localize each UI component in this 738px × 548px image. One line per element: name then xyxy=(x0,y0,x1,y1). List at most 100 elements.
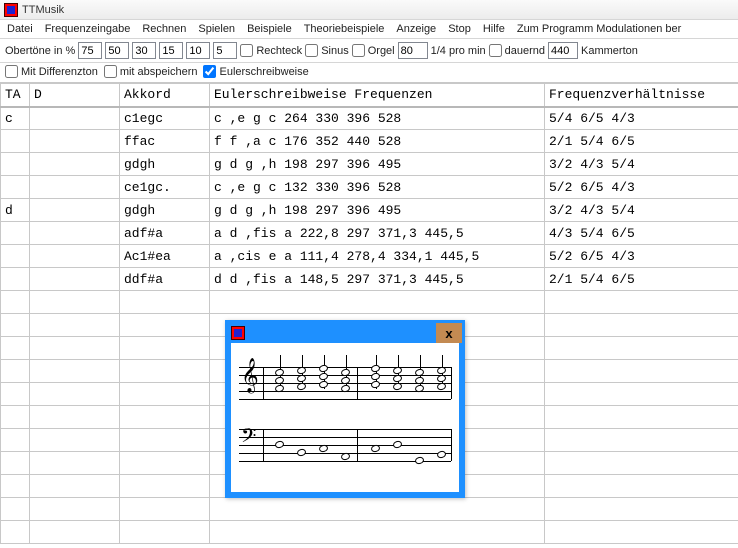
table-row[interactable]: d gdghg d g ,h 198 297 396 4953/2 4/3 5/4 xyxy=(1,199,738,222)
cell-d[interactable] xyxy=(30,222,120,245)
cell-d[interactable] xyxy=(30,107,120,130)
menu-spielen[interactable]: Spielen xyxy=(198,23,235,35)
menu-stop[interactable]: Stop xyxy=(448,23,471,35)
cell-ak[interactable] xyxy=(120,291,210,314)
cell-d[interactable] xyxy=(30,429,120,452)
cell-ta[interactable] xyxy=(1,521,30,544)
cell-fv[interactable] xyxy=(545,406,738,429)
cell-fv[interactable] xyxy=(545,337,738,360)
table-row[interactable]: adf#aa d ,fis a 222,8 297 371,3 445,54/3… xyxy=(1,222,738,245)
cell-fv[interactable] xyxy=(545,498,738,521)
cell-fv[interactable]: 5/4 6/5 4/3 xyxy=(545,107,738,130)
table-row[interactable] xyxy=(1,521,738,544)
cell-eu[interactable]: a ,cis e a 111,4 278,4 334,1 445,5 xyxy=(210,245,545,268)
cell-fv[interactable] xyxy=(545,314,738,337)
cell-fv[interactable]: 2/1 5/4 6/5 xyxy=(545,130,738,153)
table-row[interactable]: ce1gc.c ,e g c 132 330 396 5285/2 6/5 4/… xyxy=(1,176,738,199)
sinus-check[interactable]: Sinus xyxy=(305,44,349,57)
cell-ta[interactable] xyxy=(1,360,30,383)
score-popup[interactable]: x 𝄞 𝄢 xyxy=(225,320,465,498)
cell-ta[interactable] xyxy=(1,337,30,360)
menu-beispiele[interactable]: Beispiele xyxy=(247,23,292,35)
cell-eu[interactable] xyxy=(210,498,545,521)
cell-d[interactable] xyxy=(30,337,120,360)
cell-fv[interactable]: 5/2 6/5 4/3 xyxy=(545,245,738,268)
obertone-1[interactable] xyxy=(78,42,102,59)
cell-fv[interactable]: 3/2 4/3 5/4 xyxy=(545,153,738,176)
cell-ta[interactable] xyxy=(1,429,30,452)
cell-ak[interactable] xyxy=(120,429,210,452)
differenzton-check[interactable]: Mit Differenzton xyxy=(5,65,98,78)
cell-d[interactable] xyxy=(30,521,120,544)
cell-ak[interactable] xyxy=(120,406,210,429)
cell-ak[interactable] xyxy=(120,383,210,406)
cell-ta[interactable]: d xyxy=(1,199,30,222)
cell-eu[interactable]: g d g ,h 198 297 396 495 xyxy=(210,199,545,222)
menu-rechnen[interactable]: Rechnen xyxy=(142,23,186,35)
menu-hilfe[interactable]: Hilfe xyxy=(483,23,505,35)
table-row[interactable]: gdghg d g ,h 198 297 396 4953/2 4/3 5/4 xyxy=(1,153,738,176)
cell-ak[interactable]: Ac1#ea xyxy=(120,245,210,268)
table-row[interactable]: c c1egcc ,e g c 264 330 396 5285/4 6/5 4/… xyxy=(1,107,738,130)
obertone-2[interactable] xyxy=(105,42,129,59)
cell-d[interactable] xyxy=(30,452,120,475)
cell-ta[interactable] xyxy=(1,176,30,199)
cell-ta[interactable] xyxy=(1,130,30,153)
cell-eu[interactable]: c ,e g c 132 330 396 528 xyxy=(210,176,545,199)
cell-ak[interactable] xyxy=(120,337,210,360)
menu-frequenzeingabe[interactable]: Frequenzeingabe xyxy=(45,23,131,35)
cell-d[interactable] xyxy=(30,153,120,176)
cell-ak[interactable]: ddf#a xyxy=(120,268,210,291)
cell-d[interactable] xyxy=(30,406,120,429)
cell-fv[interactable]: 5/2 6/5 4/3 xyxy=(545,176,738,199)
header-ta[interactable]: TA xyxy=(1,84,30,107)
dauernd-check[interactable]: dauernd xyxy=(489,44,545,57)
cell-ta[interactable] xyxy=(1,498,30,521)
cell-fv[interactable]: 2/1 5/4 6/5 xyxy=(545,268,738,291)
obertone-6[interactable] xyxy=(213,42,237,59)
cell-ta[interactable] xyxy=(1,268,30,291)
cell-eu[interactable]: c ,e g c 264 330 396 528 xyxy=(210,107,545,130)
cell-eu[interactable]: g d g ,h 198 297 396 495 xyxy=(210,153,545,176)
cell-ak[interactable]: c1egc xyxy=(120,107,210,130)
cell-d[interactable] xyxy=(30,498,120,521)
popup-titlebar[interactable]: x xyxy=(228,323,462,343)
cell-d[interactable] xyxy=(30,314,120,337)
cell-ak[interactable] xyxy=(120,521,210,544)
header-fv[interactable]: Frequenzverhältnisse xyxy=(545,84,738,107)
cell-fv[interactable] xyxy=(545,452,738,475)
header-euler[interactable]: Eulerschreibweise Frequenzen xyxy=(210,84,545,107)
cell-eu[interactable]: f f ,a c 176 352 440 528 xyxy=(210,130,545,153)
cell-ak[interactable]: gdgh xyxy=(120,199,210,222)
header-akkord[interactable]: Akkord xyxy=(120,84,210,107)
cell-fv[interactable] xyxy=(545,291,738,314)
cell-d[interactable] xyxy=(30,268,120,291)
cell-ta[interactable] xyxy=(1,291,30,314)
cell-eu[interactable] xyxy=(210,521,545,544)
obertone-3[interactable] xyxy=(132,42,156,59)
abspeichern-check[interactable]: mit abspeichern xyxy=(104,65,198,78)
cell-ta[interactable] xyxy=(1,475,30,498)
cell-fv[interactable] xyxy=(545,521,738,544)
cell-eu[interactable]: a d ,fis a 222,8 297 371,3 445,5 xyxy=(210,222,545,245)
cell-d[interactable] xyxy=(30,383,120,406)
cell-ak[interactable] xyxy=(120,475,210,498)
obertone-5[interactable] xyxy=(186,42,210,59)
cell-ta[interactable]: c xyxy=(1,107,30,130)
cell-ta[interactable] xyxy=(1,245,30,268)
table-row[interactable]: ffacf f ,a c 176 352 440 5282/1 5/4 6/5 xyxy=(1,130,738,153)
menu-datei[interactable]: Datei xyxy=(7,23,33,35)
table-row[interactable]: ddf#ad d ,fis a 148,5 297 371,3 445,52/1… xyxy=(1,268,738,291)
cell-fv[interactable] xyxy=(545,360,738,383)
rechteck-check[interactable]: Rechteck xyxy=(240,44,302,57)
cell-fv[interactable] xyxy=(545,429,738,452)
cell-fv[interactable]: 3/2 4/3 5/4 xyxy=(545,199,738,222)
cell-ak[interactable] xyxy=(120,314,210,337)
cell-d[interactable] xyxy=(30,176,120,199)
cell-ak[interactable]: adf#a xyxy=(120,222,210,245)
close-button[interactable]: x xyxy=(436,323,462,343)
table-row[interactable] xyxy=(1,291,738,314)
menu-programm[interactable]: Zum Programm Modulationen ber xyxy=(517,23,681,35)
cell-fv[interactable] xyxy=(545,475,738,498)
cell-ta[interactable] xyxy=(1,406,30,429)
